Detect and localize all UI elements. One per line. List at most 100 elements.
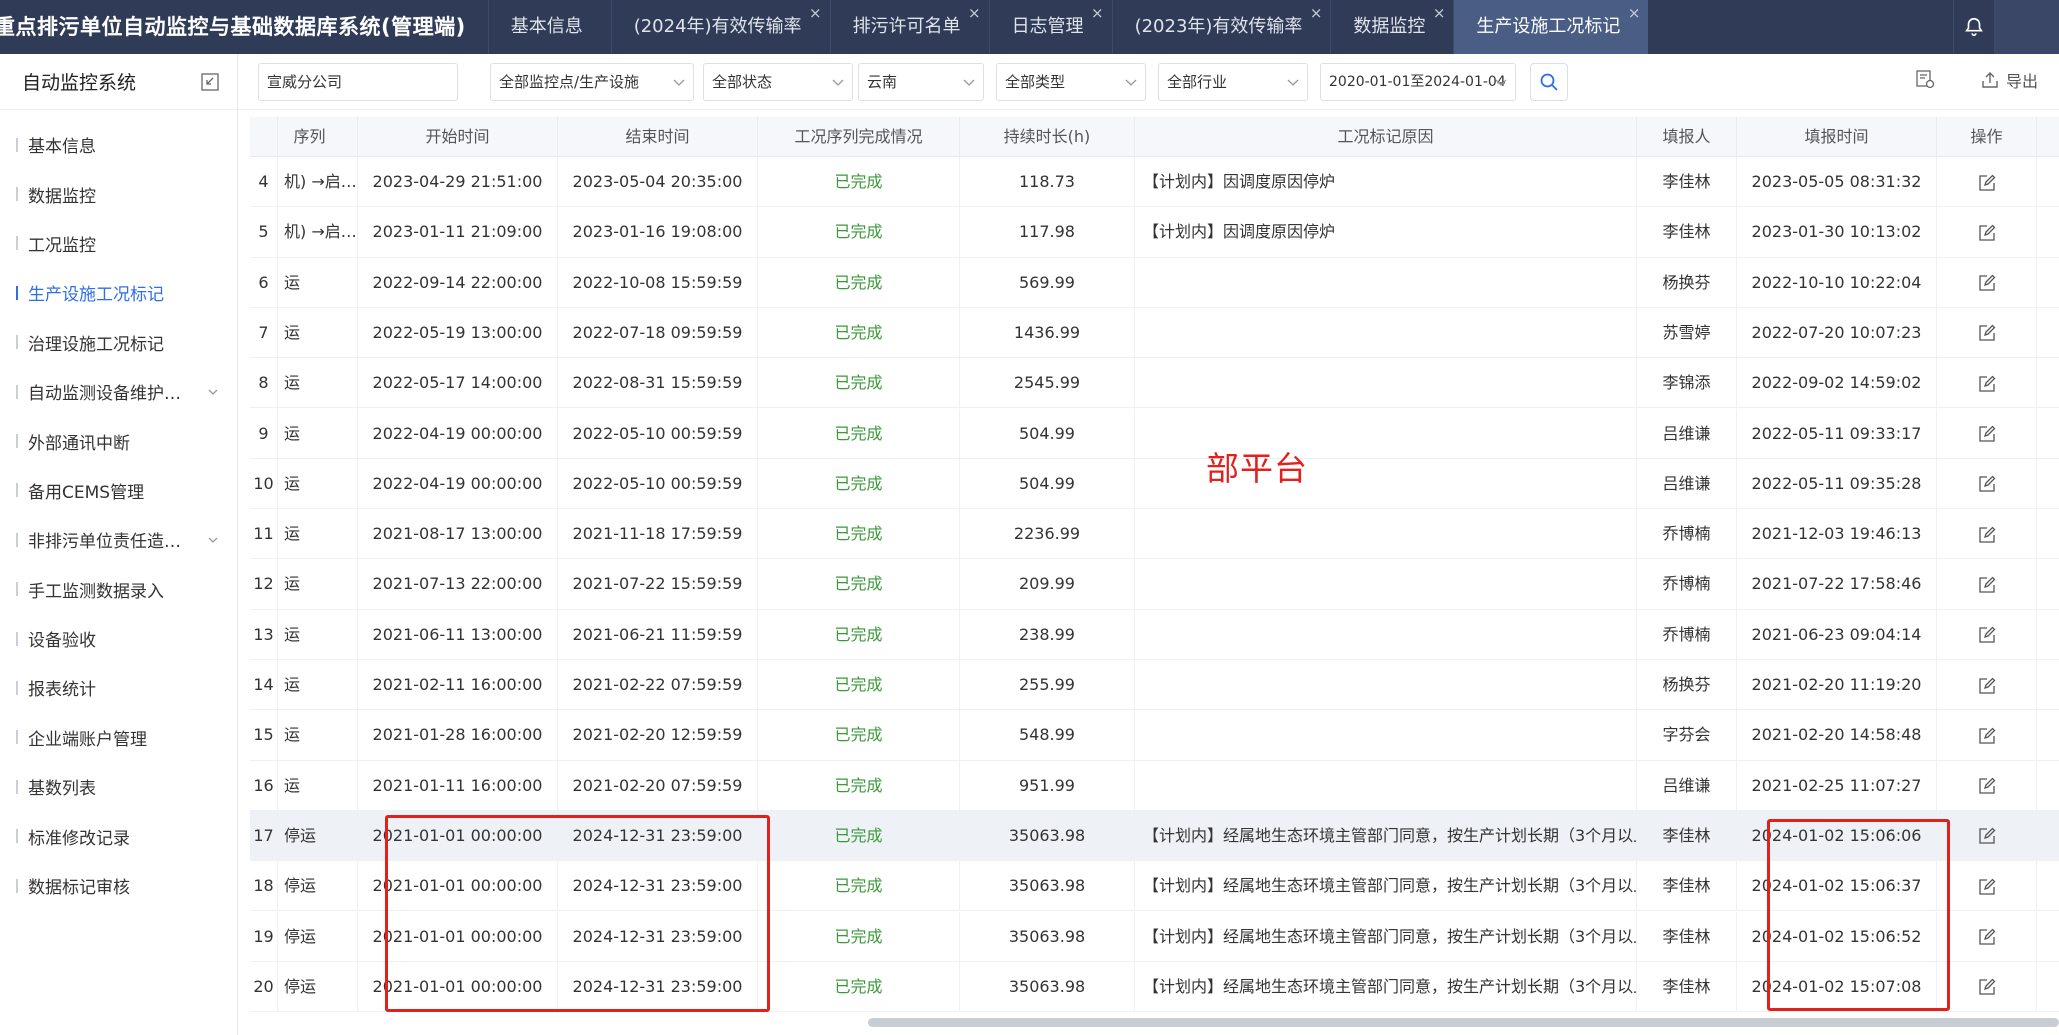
edit-icon [1978,475,1995,492]
edit-button[interactable] [1937,509,2037,560]
sidebar-item-3[interactable]: 生产设施工况标记 [0,268,237,317]
sidebar-item-8[interactable]: 非排污单位责任造… [0,515,237,564]
sidebar-item-11[interactable]: 报表统计 [0,663,237,712]
tab-5[interactable]: 数据监控 × [1330,0,1453,54]
bell-icon[interactable] [1954,16,1994,38]
table-row[interactable]: 16 运 2021-01-11 16:00:00 2021-02-20 07:59:5… [250,760,2059,811]
date-range-picker[interactable]: 2020-01-01至2024-01-04 [1320,63,1516,101]
cell-duration: 35063.98 [960,961,1135,1012]
company-input[interactable]: 宣威分公司 [258,63,458,101]
edit-button[interactable] [1937,307,2037,358]
edit-button[interactable] [1937,358,2037,409]
table-row[interactable]: 15 运 2021-01-28 16:00:00 2021-02-20 12:59:5… [250,710,2059,761]
close-icon[interactable]: × [1433,0,1446,40]
sidebar-item-label: 备用CEMS管理 [28,482,145,503]
sidebar: 自动监控系统 基本信息 数据监控 工况监控 生产设施工况标记 治理设施工况标记 自动监测设… [0,54,238,1035]
industry-select[interactable]: 全部行业 [1158,63,1308,101]
cell-duration: 238.99 [960,609,1135,660]
tab-1[interactable]: (2024年)有效传输率 × [610,0,830,54]
horizontal-scrollbar[interactable] [868,1018,2059,1027]
tab-6[interactable]: 生产设施工况标记 × [1453,0,1649,54]
table-row[interactable]: 11 运 2021-08-17 13:00:00 2021-11-18 17:59:5… [250,509,2059,560]
edit-button[interactable] [1937,710,2037,761]
sidebar-item-12[interactable]: 企业端账户管理 [0,713,237,762]
region-select[interactable]: 云南 [858,63,984,101]
tab-3[interactable]: 日志管理 × [988,0,1112,54]
sidebar-item-15[interactable]: 数据标记审核 [0,861,237,910]
edit-button[interactable] [1937,257,2037,308]
tab-2[interactable]: 排污许可名单 × [829,0,989,54]
cell-reason: 【计划内】因调度原因停炉 [1135,157,1637,207]
cell-completion: 已完成 [758,660,960,710]
cell-duration: 35063.98 [960,810,1135,861]
table-row[interactable]: 12 运 2021-07-13 22:00:00 2021-07-22 15:59:5… [250,559,2059,610]
export-button[interactable]: 导出 [1980,68,2038,92]
edit-button[interactable] [1937,660,2037,710]
sidebar-item-6[interactable]: 外部通讯中断 [0,416,237,465]
sidebar-item-5[interactable]: 自动监测设备维护… [0,367,237,416]
close-icon[interactable]: × [1091,0,1104,40]
edit-button[interactable] [1937,760,2037,811]
cell-report_time: 2022-05-11 09:33:17 [1737,408,1937,459]
monitor-point-select[interactable]: 全部监控点/生产设施 [490,63,694,101]
cell-reason [1135,509,1637,560]
cell-series: 机) →启… [278,207,358,258]
close-icon[interactable]: × [1628,0,1641,40]
edit-button[interactable] [1937,458,2037,509]
close-icon[interactable]: × [1310,0,1323,40]
collapse-sidebar-icon[interactable] [201,72,219,91]
close-icon[interactable]: × [968,0,981,40]
cell-end: 2022-05-10 00:59:59 [558,408,758,459]
overlay-annotation-text: 部平台 [1206,449,1308,488]
tab-4[interactable]: (2023年)有效传输率 × [1111,0,1331,54]
cell-no: 4 [250,157,278,207]
sidebar-item-0[interactable]: 基本信息 [0,120,237,169]
sidebar-item-9[interactable]: 手工监测数据录入 [0,565,237,614]
user-menu[interactable] [1995,0,2059,54]
sidebar-item-13[interactable]: 基数列表 [0,762,237,811]
cell-reason [1135,660,1637,710]
edit-button[interactable] [1937,157,2037,207]
table-row[interactable]: 6 运 2022-09-14 22:00:00 2022-10-08 15:59:59… [250,257,2059,308]
search-button[interactable] [1530,63,1568,101]
sidebar-item-4[interactable]: 治理设施工况标记 [0,318,237,367]
table-row[interactable]: 9 运 2022-04-19 00:00:00 2022-05-10 00:59:59… [250,408,2059,459]
top-bar: 重点排污单位自动监控与基础数据库系统(管理端) 基本信息 (2024年)有效传输率… [0,0,2059,54]
sidebar-item-2[interactable]: 工况监控 [0,219,237,268]
edit-button[interactable] [1937,609,2037,660]
settings-doc-button[interactable] [1914,68,1936,90]
cell-reason: 【计划内】经属地生态环境主管部门同意，按生产计划长期（3个月以上… [1135,961,1637,1012]
cell-series: 运 [278,257,358,308]
edit-button[interactable] [1937,559,2037,610]
table-row[interactable]: 13 运 2021-06-11 13:00:00 2021-06-21 11:59:5… [250,609,2059,660]
edit-button[interactable] [1937,861,2037,912]
close-icon[interactable]: × [809,0,822,40]
sidebar-item-10[interactable]: 设备验收 [0,614,237,663]
table-row[interactable]: 8 运 2022-05-17 14:00:00 2022-08-31 15:59:59… [250,358,2059,409]
sidebar-item-14[interactable]: 标准修改记录 [0,811,237,860]
tab-0[interactable]: 基本信息 [487,0,611,54]
edit-button[interactable] [1937,911,2037,962]
sidebar-item-1[interactable]: 数据监控 [0,169,237,218]
cell-no: 12 [250,559,278,610]
sidebar-title: 自动监控系统 [22,72,137,94]
table-row[interactable]: 5 机) →启… 2023-01-11 21:09:00 2023-01-16 19:… [250,207,2059,258]
edit-button[interactable] [1937,207,2037,258]
edit-button[interactable] [1937,408,2037,459]
cell-no: 20 [250,961,278,1012]
table-row[interactable]: 10 运 2022-04-19 00:00:00 2022-05-10 00:59:5… [250,458,2059,510]
sidebar-item-marker [16,137,18,152]
region-value: 云南 [867,73,898,91]
table-row[interactable]: 14 运 2021-02-11 16:00:00 2021-02-22 07:59:5… [250,660,2059,711]
cell-no: 19 [250,911,278,962]
sidebar-item-marker [16,187,18,202]
table-row[interactable]: 7 运 2022-05-19 13:00:00 2022-07-18 09:59:59… [250,307,2059,359]
edit-icon [1978,224,1995,241]
sidebar-item-7[interactable]: 备用CEMS管理 [0,466,237,515]
cell-completion: 已完成 [758,157,960,207]
edit-button[interactable] [1937,961,2037,1012]
table-row[interactable]: 4 机) →启… 2023-04-29 21:51:00 2023-05-04 20:… [250,157,2059,208]
edit-button[interactable] [1937,810,2037,861]
status-select[interactable]: 全部状态 [703,63,853,101]
type-select[interactable]: 全部类型 [996,63,1146,101]
